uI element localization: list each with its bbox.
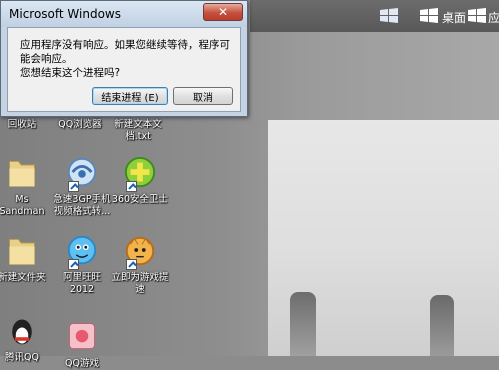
shield-icon	[122, 154, 158, 192]
penguin-icon	[4, 312, 40, 350]
game-icon	[64, 318, 100, 356]
bird-icon	[64, 232, 100, 270]
desktop-icon-game-box[interactable]: 立即为游戏提速	[110, 232, 170, 296]
icon-label: 新建文本文档.txt	[114, 119, 162, 142]
apps-label[interactable]: 应	[488, 9, 499, 26]
close-icon: ✕	[217, 5, 229, 19]
desktop-icon-new-text-doc[interactable]: 新建文本文档.txt	[108, 117, 168, 143]
desktop-icon-360-safe[interactable]: 360安全卫士	[110, 154, 170, 206]
dialog-title-bar[interactable]: Microsoft Windows ✕	[1, 1, 247, 27]
folder-icon	[4, 154, 40, 192]
desktop-icon-recycle-bin[interactable]: 回收站	[0, 117, 52, 131]
desktop-icon-aliwangwang[interactable]: 阿里旺旺2012	[52, 232, 112, 296]
desktop-icon-video-converter[interactable]: 急速3GP手机视频格式转...	[52, 154, 112, 218]
not-responding-dialog: Microsoft Windows ✕ 应用程序没有响应。如果您继续等待，程序可…	[0, 0, 248, 117]
dialog-title: Microsoft Windows	[9, 7, 121, 21]
dialog-question: 您想结束这个进程吗?	[20, 67, 121, 79]
icon-label: 回收站	[7, 119, 37, 130]
desktop-label[interactable]: 桌面	[442, 9, 466, 26]
icon-label: 急速3GP手机视频格式转...	[53, 194, 111, 217]
desktop-icon-qq-game[interactable]: QQ游戏	[52, 318, 112, 370]
icon-label: 立即为游戏提速	[111, 272, 169, 295]
shortcut-arrow-icon	[126, 259, 137, 270]
windows-flag-icon[interactable]	[378, 5, 400, 27]
desktop-icon-qq-browser[interactable]: QQ浏览器	[50, 117, 110, 131]
desktop-icon-qq[interactable]: 腾讯QQ	[0, 312, 52, 364]
icon-label: 阿里旺旺2012	[62, 272, 101, 295]
icon-label: Ms Sandman	[0, 194, 45, 217]
dialog-message: 应用程序没有响应。如果您继续等待，程序可能会响应。	[20, 39, 230, 65]
dialog-content: 应用程序没有响应。如果您继续等待，程序可能会响应。 您想结束这个进程吗? 结束进…	[7, 27, 241, 112]
close-button[interactable]: ✕	[203, 3, 243, 21]
end-process-button[interactable]: 结束进程 (E)	[92, 87, 168, 105]
icon-label: 腾讯QQ	[5, 352, 39, 363]
icon-label: QQ游戏	[65, 358, 99, 369]
desktop-icon-new-folder[interactable]: 新建文件夹	[0, 232, 52, 284]
windows-flag-icon[interactable]	[466, 5, 488, 27]
desktop-icon-ms-sandman[interactable]: Ms Sandman	[0, 154, 52, 218]
shortcut-arrow-icon	[126, 181, 137, 192]
shortcut-arrow-icon	[68, 181, 79, 192]
browser-icon	[64, 154, 100, 192]
tiger-icon	[122, 232, 158, 270]
icon-label: QQ浏览器	[58, 119, 102, 130]
wallpaper-figure-right	[430, 295, 454, 356]
icon-label: 360安全卫士	[111, 194, 169, 205]
wallpaper-figure-left	[290, 292, 316, 356]
shortcut-arrow-icon	[68, 259, 79, 270]
windows-flag-icon[interactable]	[418, 5, 440, 27]
icon-label: 新建文件夹	[0, 272, 46, 283]
cancel-button[interactable]: 取消	[173, 87, 233, 105]
folder-icon	[4, 232, 40, 270]
